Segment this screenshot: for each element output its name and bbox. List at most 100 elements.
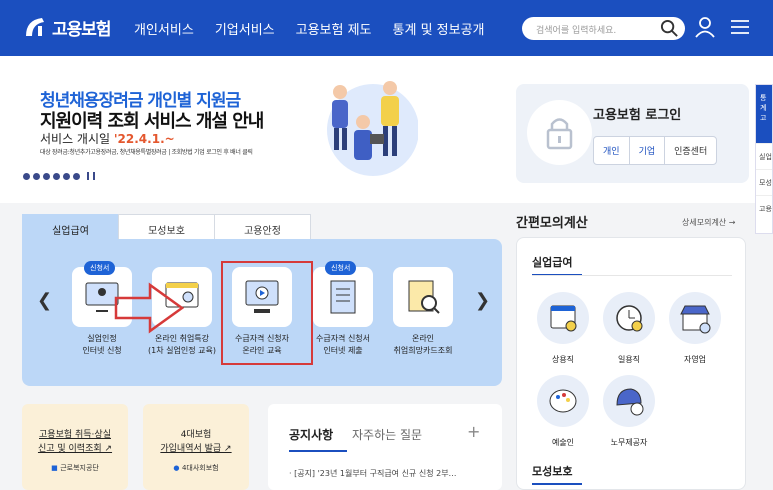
side-item[interactable]: 모성 — [756, 169, 772, 195]
section-divider — [532, 275, 732, 276]
clock-icon[interactable] — [603, 292, 655, 344]
pause-icon[interactable] — [87, 172, 89, 180]
card-title-line: 고용보험 취득·상실 — [39, 430, 111, 440]
side-item[interactable]: 실업 — [756, 143, 772, 169]
card-source-label: 4대사회보험 — [181, 464, 219, 472]
item-label: 상용직 — [551, 355, 575, 364]
login-personal-button[interactable]: 개인 — [594, 137, 630, 164]
tab-underline — [289, 450, 347, 452]
banner-dot[interactable] — [73, 172, 80, 180]
banner-dot[interactable] — [53, 172, 60, 180]
card-title-line: 가입내역서 발급 ↗ — [160, 444, 232, 454]
menu-icon[interactable] — [730, 16, 750, 38]
service-label-line: 온라인 — [411, 334, 435, 343]
simulator-section-maternity: 모성보호 — [532, 465, 573, 478]
tab-unemployment[interactable]: 실업급여 — [22, 214, 119, 240]
service-label-5: 온라인취업희망카드조회 — [383, 333, 463, 357]
service-label-line: 온라인 취업특강 — [154, 334, 210, 343]
chevron-right-icon[interactable]: ❯ — [475, 290, 490, 311]
palette-icon[interactable] — [537, 375, 589, 427]
nav-system[interactable]: 고용보험 제도 — [296, 19, 372, 38]
tab-maternity[interactable]: 모성보호 — [118, 214, 215, 240]
link-card-insurance[interactable]: 고용보험 취득·상실신고 및 이력조회 ↗ ■ 근로복지공단 — [22, 404, 128, 490]
service-label-line: 실업인정 — [87, 334, 117, 343]
nav-business[interactable]: 기업서비스 — [215, 19, 275, 38]
document-submit-icon — [330, 280, 356, 314]
notice-item-text: [공지] '23년 1월부터 구직급여 신규 신청 2부… — [294, 469, 457, 478]
nav-stats[interactable]: 통계 및 정보공개 — [393, 19, 485, 38]
service-card-5[interactable] — [393, 267, 453, 327]
application-badge: 신청서 — [325, 261, 357, 275]
card-title: 고용보험 취득·상실신고 및 이력조회 ↗ — [22, 404, 128, 456]
highlight-box — [221, 261, 313, 365]
service-label-1: 실업인정인터넷 신청 — [72, 333, 132, 357]
section-underline — [532, 483, 582, 485]
header-icons — [694, 16, 750, 38]
nav-personal[interactable]: 개인서비스 — [134, 19, 194, 38]
comwel-logo-icon: ■ — [51, 464, 61, 472]
lock-icon — [527, 100, 592, 165]
banner-date-label: 서비스 개시일 — [40, 132, 114, 146]
item-label: 자영업 — [683, 355, 707, 364]
tab-notice[interactable]: 공지사항 — [289, 426, 333, 443]
logo-icon — [26, 18, 44, 36]
calendar-icon[interactable] — [537, 292, 589, 344]
tab-employment[interactable]: 고용안정 — [214, 214, 311, 240]
service-label-line: 취업희망카드조회 — [393, 346, 453, 355]
application-badge: 신청서 — [84, 261, 116, 275]
item-label: 예술인 — [551, 438, 575, 447]
banner-date: '22.4.1.~ — [113, 132, 175, 146]
login-buttons: 개인 기업 인증센터 — [593, 136, 718, 165]
login-title: 고용보험 로그인 — [593, 108, 682, 123]
service-label-line: 인터넷 신청 — [82, 346, 122, 355]
banner-dot[interactable] — [23, 172, 30, 180]
card-source: ● 4대사회보험 — [143, 463, 249, 473]
item-label: 일용직 — [617, 355, 641, 364]
simulator-title: 간편모의계산 — [516, 216, 588, 231]
banner-dot[interactable] — [33, 172, 40, 180]
banner-pagination — [23, 172, 95, 180]
card-title-line: 4대보험 — [180, 430, 212, 440]
login-business-button[interactable]: 기업 — [630, 137, 666, 164]
card-source-label: 근로복지공단 — [60, 464, 99, 472]
side-item[interactable]: 고용 — [756, 195, 772, 221]
side-panel[interactable]: 통계 고 실업 모성 고용 — [755, 84, 773, 234]
login-box: 고용보험 로그인 개인 기업 인증센터 — [516, 84, 749, 183]
4insure-logo-icon: ● — [173, 464, 182, 472]
simulator-section-unemployment: 실업급여 — [532, 256, 573, 269]
service-label-line: (1차 실업인정 교육) — [148, 346, 216, 355]
banner-illustration — [327, 81, 418, 176]
banner-dot[interactable] — [43, 172, 50, 180]
notice-item[interactable]: · [공지] '23년 1월부터 구직급여 신규 신청 2부… — [289, 468, 457, 479]
banner-dot[interactable] — [63, 172, 70, 180]
service-label-2: 온라인 취업특강 (1차 실업인정 교육) — [142, 333, 222, 357]
red-arrow-icon — [114, 282, 185, 334]
service-card-4[interactable] — [313, 267, 373, 327]
user-icon[interactable] — [694, 16, 716, 38]
login-cert-button[interactable]: 인증센터 — [665, 137, 716, 164]
simulator-more-link[interactable]: 상세모의계산 → — [682, 217, 735, 228]
banner-line3: 서비스 개시일 '22.4.1.~ — [40, 130, 175, 147]
service-tabs: 실업급여 모성보호 고용안정 — [22, 214, 311, 240]
banner-fine-print: 대상 장려금:청년추가고용장려금, 청년채용특별장려금 | 조회방법 기업 로그… — [40, 149, 253, 156]
tab-faq[interactable]: 자주하는 질문 — [352, 426, 422, 443]
chevron-left-icon[interactable]: ❮ — [37, 290, 52, 311]
site-header: 고용보험 개인서비스 기업서비스 고용보험 제도 통계 및 정보공개 검색어를 … — [0, 0, 773, 56]
search-placeholder: 검색어를 입력하세요. — [536, 26, 617, 36]
service-label-line: 인터넷 제출 — [323, 346, 363, 355]
main-nav: 개인서비스 기업서비스 고용보험 제도 통계 및 정보공개 — [134, 19, 506, 38]
search-icon[interactable] — [660, 19, 679, 38]
search-card-icon — [408, 280, 440, 314]
item-label: 노무제공자 — [610, 438, 648, 447]
shop-icon[interactable] — [669, 292, 721, 344]
link-card-4insure[interactable]: 4대보험가입내역서 발급 ↗ ● 4대사회보험 — [143, 404, 249, 490]
search-input[interactable]: 검색어를 입력하세요. — [522, 17, 685, 40]
service-label-4: 수급자격 신청서 인터넷 제출 — [305, 333, 381, 357]
card-source: ■ 근로복지공단 — [22, 463, 128, 473]
plus-icon[interactable]: + — [467, 422, 480, 441]
helmet-icon[interactable] — [603, 375, 655, 427]
side-panel-top: 통계 고 — [756, 85, 772, 143]
site-logo[interactable]: 고용보험 — [22, 14, 112, 40]
pause-icon[interactable] — [93, 172, 95, 180]
card-title-line: 신고 및 이력조회 ↗ — [37, 444, 113, 454]
